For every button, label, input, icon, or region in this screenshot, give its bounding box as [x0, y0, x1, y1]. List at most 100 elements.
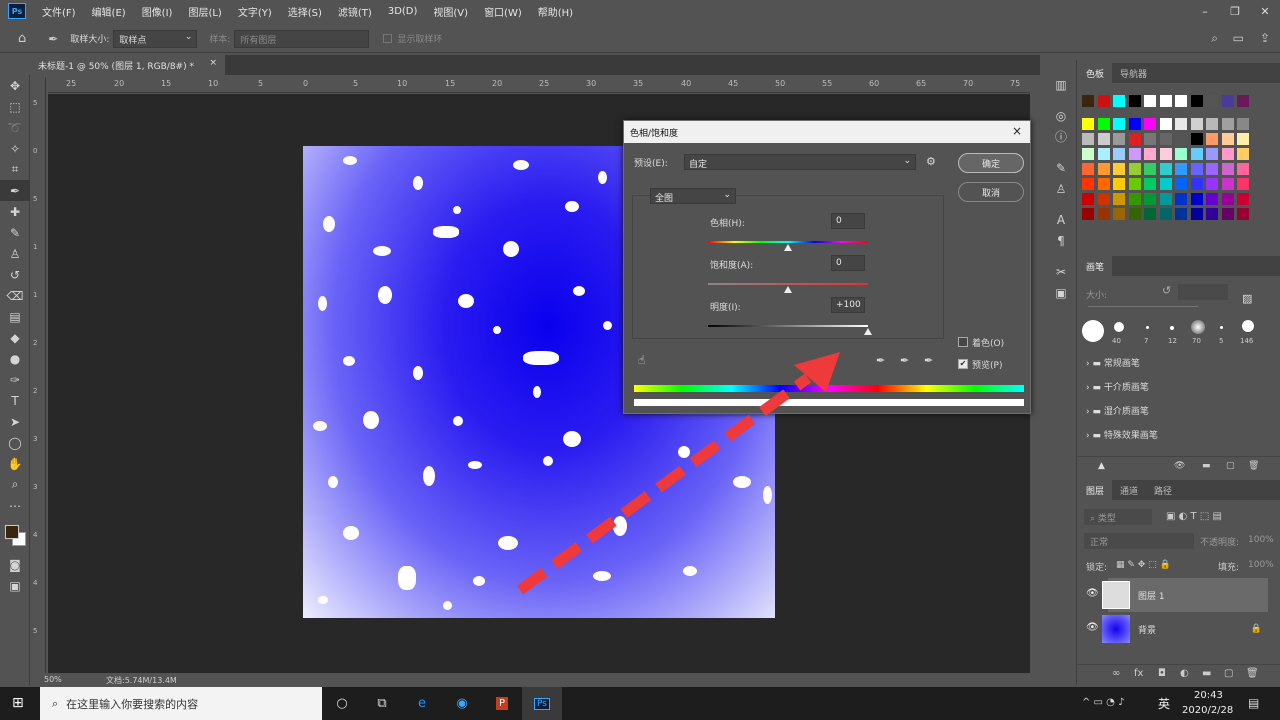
- blend-mode-select[interactable]: 正常: [1084, 533, 1194, 549]
- color-swatch[interactable]: [1159, 148, 1172, 160]
- color-swatch[interactable]: [1113, 193, 1125, 205]
- adjustment-layer-icon[interactable]: ◐: [1180, 668, 1189, 679]
- color-swatch[interactable]: [1097, 95, 1110, 107]
- color-swatch[interactable]: [1221, 163, 1234, 175]
- color-swatch[interactable]: [1206, 178, 1218, 190]
- tab-swatches[interactable]: 色板: [1078, 63, 1113, 83]
- new-brush-icon[interactable]: ▢: [1226, 461, 1235, 471]
- tab-brushes[interactable]: 画笔: [1078, 256, 1113, 276]
- color-swatch[interactable]: [1206, 95, 1218, 107]
- new-group-icon[interactable]: ▬: [1202, 461, 1211, 471]
- photoshop-taskbar-icon[interactable]: Ps: [522, 687, 562, 720]
- dialog-close-icon[interactable]: ×: [1012, 124, 1022, 138]
- brush-folder[interactable]: › ▬ 干介质画笔: [1086, 380, 1149, 393]
- color-swatch[interactable]: [1221, 208, 1234, 220]
- color-swatch[interactable]: [1097, 193, 1110, 205]
- color-swatch[interactable]: [1159, 95, 1172, 107]
- color-swatch[interactable]: [1175, 163, 1187, 175]
- color-swatch[interactable]: [1206, 118, 1218, 130]
- pen-tool-icon[interactable]: ✑: [0, 369, 30, 390]
- menu-file[interactable]: 文件(F): [34, 4, 84, 19]
- crop-tool-icon[interactable]: ⌗: [0, 159, 30, 180]
- filter-icons[interactable]: ▣ ◐ T ⬚ ▤: [1166, 511, 1222, 522]
- color-swatch[interactable]: [1221, 193, 1234, 205]
- share-icon[interactable]: ⇪: [1260, 31, 1270, 45]
- new-group-icon[interactable]: ▬: [1202, 668, 1211, 679]
- color-swatch[interactable]: [1113, 133, 1125, 145]
- color-swatch[interactable]: [1175, 208, 1187, 220]
- saturation-input[interactable]: 0: [831, 255, 865, 271]
- color-swatch[interactable]: [1237, 193, 1249, 205]
- color-swatch[interactable]: [1175, 95, 1187, 107]
- color-swatch[interactable]: [1082, 178, 1094, 190]
- properties-panel-icon[interactable]: ▣: [1045, 282, 1077, 303]
- healing-brush-tool-icon[interactable]: ✚: [0, 201, 30, 222]
- clone-stamp-tool-icon[interactable]: ♙: [0, 243, 30, 264]
- color-swatch[interactable]: [1097, 163, 1110, 175]
- color-swatch[interactable]: [1175, 148, 1187, 160]
- brush-preset[interactable]: [1242, 320, 1254, 332]
- clock-date[interactable]: 2020/2/28: [1182, 705, 1233, 716]
- color-swatch[interactable]: [1159, 193, 1172, 205]
- color-swatch[interactable]: [1082, 193, 1094, 205]
- saturation-slider-track[interactable]: [708, 283, 868, 285]
- color-swatch[interactable]: [1190, 95, 1203, 107]
- eyedropper-icon[interactable]: ✒: [48, 32, 58, 46]
- tab-channels[interactable]: 通道: [1112, 480, 1146, 500]
- color-swatch[interactable]: [1206, 193, 1218, 205]
- eye-visibility-icon[interactable]: 👁: [1086, 622, 1099, 633]
- clone-source-panel-icon[interactable]: ♙: [1045, 178, 1077, 199]
- dodge-tool-icon[interactable]: ●: [0, 348, 30, 369]
- color-swatch[interactable]: [1082, 163, 1094, 175]
- color-swatch[interactable]: [1144, 193, 1156, 205]
- close-button[interactable]: ✕: [1250, 0, 1280, 22]
- adjustments-panel-icon[interactable]: ◎: [1045, 105, 1077, 126]
- menu-3d[interactable]: 3D(D): [380, 6, 426, 17]
- tab-layers[interactable]: 图层: [1078, 480, 1113, 500]
- color-swatch[interactable]: [1113, 208, 1125, 220]
- color-swatch[interactable]: [1206, 148, 1218, 160]
- history-brush-tool-icon[interactable]: ↺: [0, 264, 30, 285]
- info-panel-icon[interactable]: ⓘ: [1045, 126, 1077, 147]
- color-swatch[interactable]: [1097, 118, 1110, 130]
- color-swatch[interactable]: [1190, 193, 1203, 205]
- document-tab-close-icon[interactable]: ×: [209, 58, 217, 68]
- color-swatch[interactable]: [1237, 208, 1249, 220]
- cancel-button[interactable]: 取消: [958, 182, 1024, 202]
- color-swatch[interactable]: [1190, 163, 1203, 175]
- brush-preset-current[interactable]: [1082, 320, 1104, 342]
- home-icon[interactable]: ⌂: [18, 31, 26, 46]
- color-swatch[interactable]: [1097, 133, 1110, 145]
- eyedropper-tool-icon[interactable]: ✒: [0, 180, 30, 201]
- color-swatch[interactable]: [1144, 95, 1156, 107]
- menu-window[interactable]: 窗口(W): [476, 4, 530, 19]
- lightness-slider-thumb[interactable]: [864, 328, 872, 335]
- brush-preset[interactable]: [1191, 320, 1205, 334]
- sample-select[interactable]: 所有图层: [234, 29, 370, 48]
- photoshop-logo-icon[interactable]: Ps: [8, 3, 26, 19]
- color-swatch[interactable]: [1159, 208, 1172, 220]
- brush-tool-icon[interactable]: ✎: [0, 222, 30, 243]
- saturation-slider-thumb[interactable]: [784, 286, 792, 293]
- menu-help[interactable]: 帮助(H): [530, 4, 581, 19]
- ime-indicator[interactable]: 英: [1158, 695, 1170, 712]
- color-swatch[interactable]: [1144, 133, 1156, 145]
- gradient-tool-icon[interactable]: ▤: [0, 306, 30, 327]
- color-swatch[interactable]: [1206, 163, 1218, 175]
- color-swatch[interactable]: [1097, 148, 1110, 160]
- tray-icons[interactable]: ^ ▭ ◔ ♪: [1082, 697, 1124, 708]
- color-swatch[interactable]: [1159, 178, 1172, 190]
- character-panel-icon[interactable]: A: [1045, 209, 1077, 230]
- brush-size-preview-slider[interactable]: ▲: [1098, 461, 1105, 471]
- color-swatch[interactable]: [1144, 208, 1156, 220]
- clock-time[interactable]: 20:43: [1194, 690, 1223, 701]
- screen-mode-icon[interactable]: ▣: [0, 575, 30, 596]
- color-swatch[interactable]: [1144, 148, 1156, 160]
- color-swatch[interactable]: [1237, 95, 1249, 107]
- color-swatch[interactable]: [1113, 163, 1125, 175]
- color-swatch[interactable]: [1144, 118, 1156, 130]
- brush-preset[interactable]: [1114, 322, 1124, 332]
- show-ring-checkbox[interactable]: [383, 34, 393, 43]
- hue-slider-thumb[interactable]: [784, 244, 792, 251]
- history-panel-icon[interactable]: ▥: [1045, 74, 1077, 95]
